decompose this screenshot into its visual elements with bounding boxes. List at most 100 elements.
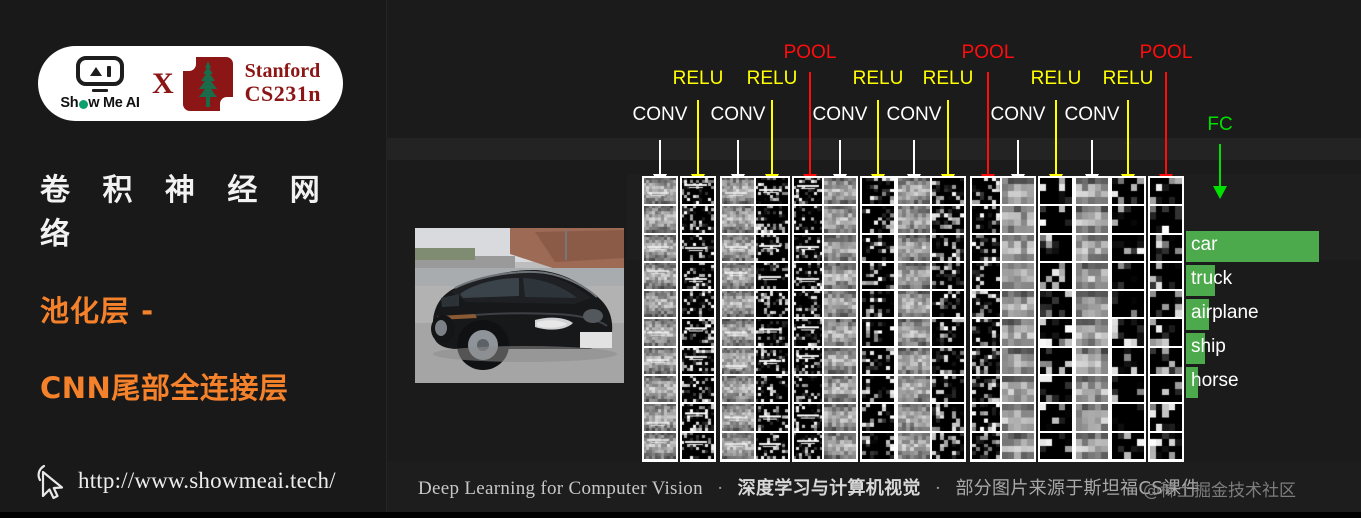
class-score-label-horse: horse: [1191, 370, 1239, 391]
feature-map-column-11: [1038, 176, 1074, 462]
feature-map-tile: [756, 347, 788, 375]
class-score-row: car: [1186, 231, 1326, 265]
feature-map-column-1: [680, 176, 716, 462]
feature-map-tile: [824, 319, 856, 346]
feature-map-tile: [1112, 347, 1144, 375]
feature-map-tile: [682, 262, 714, 290]
feature-map-tile: [644, 319, 676, 346]
feature-map-tile: [824, 347, 856, 375]
feature-map-tile: [722, 234, 754, 261]
feature-map-tile: [1076, 206, 1108, 233]
feature-map-tile: [862, 234, 894, 261]
feature-map-tile: [682, 178, 714, 205]
feature-map-tile: [1112, 206, 1144, 233]
feature-map-tile: [1040, 206, 1072, 233]
feature-map-tile: [1112, 404, 1144, 431]
bottom-edge-strip: [0, 512, 1361, 518]
class-score-label-ship: ship: [1191, 336, 1226, 357]
feature-map-column-10: [1000, 176, 1036, 462]
feature-map-tile: [1112, 432, 1144, 459]
feature-map-tile: [1002, 347, 1034, 375]
feature-map-column-14: [1148, 176, 1184, 462]
class-score-label-airplane: airplane: [1191, 302, 1259, 323]
feature-map-tile: [644, 432, 676, 459]
feature-map-tile: [1112, 291, 1144, 318]
caption-separator-2: ·: [934, 478, 942, 499]
feature-map-tile: [722, 206, 754, 233]
feature-map-tile: [682, 291, 714, 318]
feature-map-tile: [756, 432, 788, 459]
caption-english: Deep Learning for Computer Vision: [418, 478, 703, 499]
feature-map-tile: [722, 319, 754, 346]
feature-map-column-0: [642, 176, 678, 462]
feature-map-tile: [898, 432, 930, 459]
feature-map-tile: [932, 291, 964, 318]
feature-map-tile: [898, 262, 930, 290]
feature-map-tile: [756, 291, 788, 318]
feature-map-tile: [1076, 291, 1108, 318]
feature-map-tile: [756, 376, 788, 403]
watermark-text: @稀土掘金技术社区: [1143, 481, 1296, 501]
class-score-bars: car truck airplane ship horse: [1186, 231, 1326, 401]
feature-map-tile: [1150, 347, 1182, 375]
feature-map-tile: [1076, 262, 1108, 290]
feature-map-tile: [682, 206, 714, 233]
feature-map-tile: [1150, 234, 1182, 261]
class-score-label-car: car: [1191, 234, 1218, 255]
feature-map-columns: [0, 0, 1361, 518]
feature-map-tile: [1040, 404, 1072, 431]
feature-map-tile: [1112, 319, 1144, 346]
feature-map-tile: [1002, 432, 1034, 459]
feature-map-tile: [722, 291, 754, 318]
class-score-row: truck: [1186, 265, 1326, 299]
feature-map-tile: [1076, 347, 1108, 375]
feature-map-tile: [898, 234, 930, 261]
feature-map-tile: [932, 262, 964, 290]
feature-map-tile: [1112, 376, 1144, 403]
feature-map-tile: [898, 178, 930, 205]
caption-chinese-bold: 深度学习与计算机视觉: [737, 478, 921, 499]
feature-map-tile: [862, 291, 894, 318]
feature-map-tile: [644, 404, 676, 431]
feature-map-tile: [898, 291, 930, 318]
feature-map-tile: [824, 262, 856, 290]
class-score-row: ship: [1186, 333, 1326, 367]
feature-map-tile: [1150, 404, 1182, 431]
feature-map-tile: [862, 206, 894, 233]
feature-map-tile: [644, 376, 676, 403]
feature-map-column-6: [860, 176, 896, 462]
feature-map-tile: [1150, 319, 1182, 346]
feature-map-tile: [722, 376, 754, 403]
feature-map-tile: [824, 376, 856, 403]
feature-map-tile: [932, 404, 964, 431]
feature-map-tile: [682, 432, 714, 459]
feature-map-tile: [932, 178, 964, 205]
feature-map-tile: [1150, 178, 1182, 205]
feature-map-tile: [1002, 291, 1034, 318]
feature-map-tile: [682, 404, 714, 431]
caption-separator-1: ·: [716, 478, 724, 499]
feature-map-tile: [932, 206, 964, 233]
feature-map-tile: [722, 347, 754, 375]
feature-map-tile: [682, 319, 714, 346]
feature-map-tile: [1002, 178, 1034, 205]
feature-map-tile: [1002, 404, 1034, 431]
feature-map-tile: [862, 178, 894, 205]
feature-map-tile: [1002, 319, 1034, 346]
feature-map-tile: [824, 432, 856, 459]
feature-map-tile: [898, 376, 930, 403]
feature-map-tile: [932, 319, 964, 346]
feature-map-tile: [862, 432, 894, 459]
feature-map-tile: [1076, 376, 1108, 403]
feature-map-tile: [1040, 178, 1072, 205]
feature-map-tile: [644, 262, 676, 290]
feature-map-tile: [932, 234, 964, 261]
feature-map-tile: [1002, 376, 1034, 403]
feature-map-tile: [824, 178, 856, 205]
feature-map-tile: [1040, 291, 1072, 318]
feature-map-tile: [644, 347, 676, 375]
feature-map-tile: [862, 347, 894, 375]
feature-map-tile: [1150, 291, 1182, 318]
feature-map-tile: [644, 206, 676, 233]
feature-map-tile: [898, 206, 930, 233]
